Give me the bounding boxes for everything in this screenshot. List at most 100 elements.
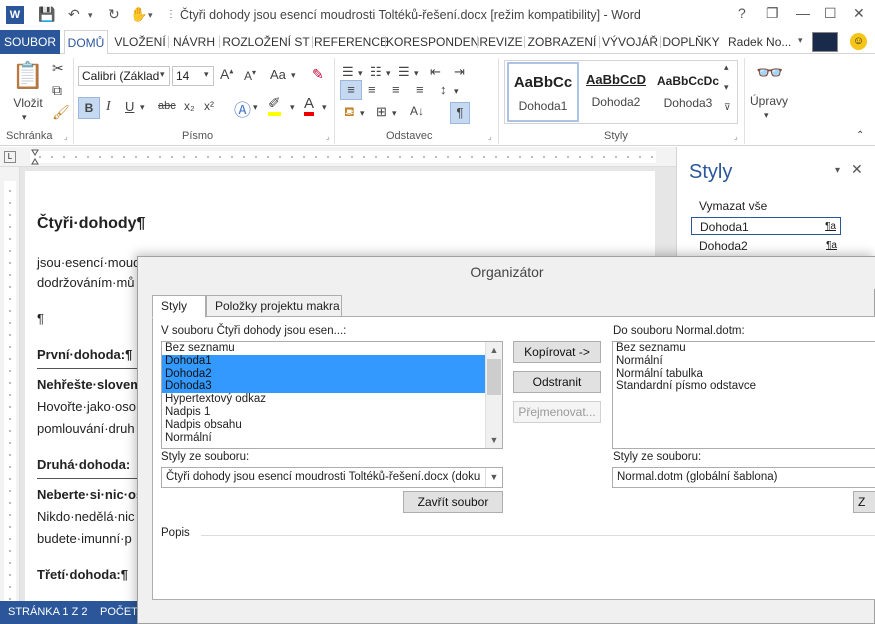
shrink-font-icon[interactable]: A▾ (244, 68, 256, 83)
doc-line[interactable]: jsou·esencí·moud (37, 255, 140, 270)
undo-icon[interactable]: ↶ (68, 6, 80, 24)
help-button[interactable]: ? (738, 5, 746, 21)
multilevel-dropdown-icon[interactable]: ▾ (414, 68, 419, 79)
multilevel-list-icon[interactable]: ☰ (398, 64, 410, 80)
touch-mode-icon[interactable]: ✋ (130, 6, 147, 24)
tab-soubor[interactable]: SOUBOR (0, 30, 60, 54)
delete-button[interactable]: Odstranit (513, 371, 601, 393)
editing-dropdown-icon[interactable]: ▾ (764, 110, 769, 121)
styles-clear-all[interactable]: Vymazat vše (691, 197, 841, 215)
cut-icon[interactable]: ✂ (52, 60, 64, 77)
tab-rozlozeni[interactable]: ROZLOŽENÍ ST (221, 30, 311, 54)
right-list-item[interactable]: Normální (613, 355, 875, 368)
left-list-item[interactable]: Nadpis 1 (162, 406, 502, 419)
styles-launcher-icon[interactable]: ⌟ (734, 132, 738, 141)
user-dropdown-icon[interactable]: ▾ (798, 35, 803, 46)
font-color-dropdown-icon[interactable]: ▾ (322, 102, 327, 113)
ribbon-display-button[interactable]: ❐ (766, 5, 779, 22)
maximize-button[interactable]: ☐ (824, 5, 837, 22)
increase-indent-icon[interactable]: ⇥ (454, 64, 465, 80)
shading-icon[interactable]: ⛾ (344, 104, 355, 122)
subscript-button[interactable]: x₂ (184, 99, 195, 113)
left-list-item[interactable]: Dohoda1 (162, 354, 502, 368)
doc-line[interactable]: Neberte·si·nic·os (37, 487, 143, 502)
text-effects-icon[interactable]: Ⓐ (234, 96, 251, 121)
format-painter-icon[interactable]: 🖌 (52, 104, 70, 121)
bold-button[interactable]: B (78, 97, 100, 119)
right-style-list[interactable]: Bez seznamu Normální Normální tabulka Stand… (612, 341, 875, 449)
pane-close-icon[interactable]: ✕ (851, 161, 863, 178)
gallery-down-icon[interactable]: ▾ (724, 82, 729, 93)
user-name[interactable]: Radek No... (728, 30, 808, 54)
borders-icon[interactable]: ⊞ (376, 104, 387, 120)
sort-icon[interactable]: A↓ (410, 104, 424, 118)
bullets-icon[interactable]: ☰ (342, 64, 354, 80)
tab-doplnky[interactable]: DOPLŇKY (662, 30, 720, 54)
scroll-thumb[interactable] (487, 359, 501, 395)
feedback-smiley-icon[interactable]: ☺ (850, 33, 867, 50)
undo-dropdown-icon[interactable]: ▾ (88, 10, 93, 28)
left-source-select[interactable]: Čtyři dohody jsou esencí moudrosti Tolté… (161, 467, 503, 488)
tab-vlozeni[interactable]: VLOŽENÍ (112, 30, 168, 54)
copy-icon[interactable]: ⧉ (52, 82, 62, 99)
highlight-icon[interactable]: ✐ (268, 96, 281, 116)
status-page[interactable]: STRÁNKA 1 Z 2 (8, 601, 87, 624)
left-list-item[interactable]: Normální (162, 432, 502, 445)
save-icon[interactable]: 💾 (38, 6, 55, 24)
line-spacing-dropdown-icon[interactable]: ▾ (454, 86, 459, 97)
italic-button[interactable]: I (106, 99, 111, 115)
touch-dropdown-icon[interactable]: ▾ (148, 10, 153, 28)
word-app-icon[interactable]: W (6, 6, 24, 24)
grow-font-icon[interactable]: A▴ (220, 66, 233, 82)
right-list-item[interactable]: Standardní písmo odstavce (613, 380, 875, 393)
close-button[interactable]: ✕ (853, 5, 865, 22)
customize-quick-access-icon[interactable]: ⋮ (166, 9, 176, 27)
style-gallery-item-dohoda2[interactable]: AaBbCcD Dohoda2 (580, 62, 652, 122)
shading-dropdown-icon[interactable]: ▾ (360, 108, 365, 119)
styles-item-dohoda2[interactable]: Dohoda2 ¶a (691, 237, 841, 255)
change-case-dropdown-icon[interactable]: ▾ (291, 70, 296, 81)
highlight-dropdown-icon[interactable]: ▾ (290, 102, 295, 113)
numbering-icon[interactable]: ☷ (370, 64, 382, 80)
decrease-indent-icon[interactable]: ⇤ (430, 64, 441, 80)
doc-line[interactable]: pomlouvání·druh (37, 421, 135, 436)
strikethrough-button[interactable]: abc (158, 100, 176, 112)
text-effects-dropdown-icon[interactable]: ▾ (253, 102, 258, 113)
status-word-count[interactable]: POČET (100, 601, 138, 624)
font-size-dropdown-icon[interactable]: ▾ (204, 69, 209, 80)
paste-icon[interactable]: 📋 (10, 60, 46, 100)
vertical-ruler[interactable] (0, 167, 20, 601)
borders-dropdown-icon[interactable]: ▾ (392, 108, 397, 119)
copy-button[interactable]: Kopírovat -> (513, 341, 601, 363)
close-right-file-button[interactable]: Z (853, 491, 875, 513)
left-list-scrollbar[interactable]: ▲ ▼ (485, 342, 502, 448)
scroll-up-icon[interactable]: ▲ (486, 342, 502, 358)
style-gallery-item-dohoda3[interactable]: AaBbCcDc Dohoda3 (652, 62, 724, 122)
change-case-button[interactable]: Aa (270, 67, 286, 82)
font-color-icon[interactable]: A (304, 96, 315, 116)
style-gallery-item-dohoda1[interactable]: AaBbCc Dohoda1 (507, 62, 579, 122)
superscript-button[interactable]: x² (204, 99, 214, 113)
pane-options-icon[interactable]: ▾ (835, 165, 840, 176)
dialog-tab-macros[interactable]: Položky projektu makra (206, 295, 342, 317)
close-left-file-button[interactable]: Zavřít soubor (403, 491, 503, 513)
collapse-ribbon-icon[interactable]: ⌃ (856, 130, 864, 141)
left-source-dropdown-icon[interactable]: ▼ (485, 468, 502, 487)
left-list-item[interactable]: Dohoda2 (162, 367, 502, 381)
tab-korespondence[interactable]: KORESPONDEN (386, 30, 479, 54)
tab-reference[interactable]: REFERENCE (314, 30, 388, 54)
line-spacing-icon[interactable]: ↕ (440, 82, 447, 97)
right-list-item[interactable]: Bez seznamu (613, 342, 875, 355)
justify-icon[interactable]: ≡ (416, 82, 424, 97)
clipboard-launcher-icon[interactable]: ⌟ (64, 132, 68, 141)
horizontal-ruler[interactable]: L (0, 147, 676, 167)
doc-subheading[interactable]: První·dohoda:¶ (37, 347, 132, 362)
show-formatting-marks-button[interactable]: ¶ (450, 102, 470, 124)
left-style-list[interactable]: Bez seznamu Dohoda1 Dohoda2 Dohoda3 Hypertex… (161, 341, 503, 449)
avatar[interactable] (812, 32, 838, 52)
right-list-item[interactable]: Normální tabulka (613, 368, 875, 381)
doc-subheading[interactable]: Druhá·dohoda: (37, 457, 130, 472)
dialog-tab-styles[interactable]: Styly (152, 295, 206, 318)
font-name-combo[interactable]: Calibri (Základ (78, 66, 170, 86)
tab-domu[interactable]: DOMŮ (64, 30, 108, 55)
